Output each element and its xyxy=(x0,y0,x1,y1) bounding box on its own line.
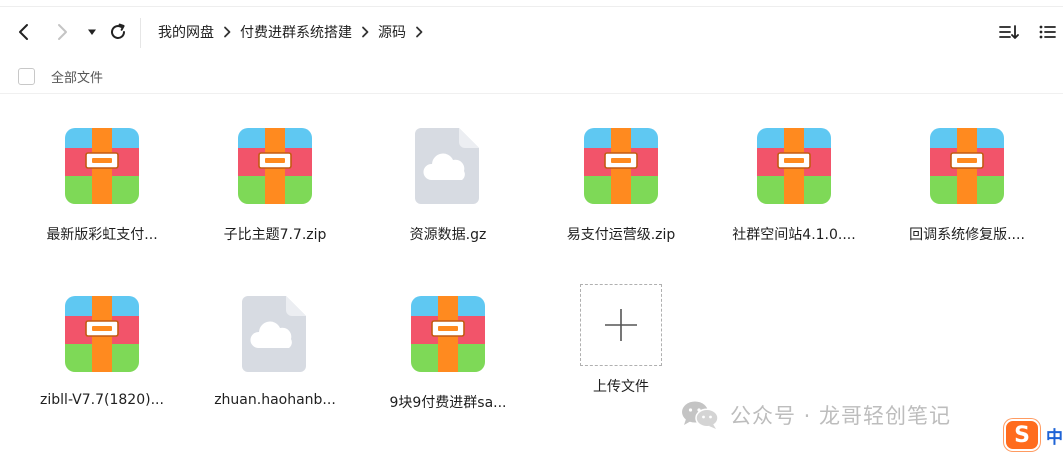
file-name: zibll-V7.7(1820)... xyxy=(40,392,164,408)
caret-down-icon xyxy=(88,29,96,35)
toolbar-divider xyxy=(140,18,141,48)
file-tile[interactable]: 易支付运营级.zip xyxy=(535,110,707,260)
forward-button[interactable] xyxy=(50,20,74,44)
file-name: 易支付运营级.zip xyxy=(566,227,676,243)
watermark: 公众号 · 龙哥轻创笔记 xyxy=(680,398,951,432)
wechat-icon xyxy=(682,401,719,429)
file-tile[interactable]: 最新版彩虹支付... xyxy=(16,110,188,260)
archive-icon xyxy=(409,294,487,374)
archive-icon xyxy=(63,294,141,374)
file-tile[interactable]: zibll-V7.7(1820)... xyxy=(16,278,188,428)
toolbar: 我的网盘 付费进群系统搭建 源码 xyxy=(0,10,1063,54)
plus-icon xyxy=(605,309,637,341)
breadcrumb: 我的网盘 付费进群系统搭建 源码 xyxy=(158,10,432,54)
archive-icon xyxy=(582,126,660,206)
upload-label: 上传文件 xyxy=(593,379,649,395)
history-dropdown-button[interactable] xyxy=(80,20,104,44)
breadcrumb-item-root[interactable]: 我的网盘 xyxy=(158,22,214,42)
view-tools xyxy=(997,10,1063,54)
refresh-icon xyxy=(111,23,125,39)
file-tile[interactable]: 子比主题7.7.zip xyxy=(189,110,361,260)
archive-icon xyxy=(928,126,1006,206)
select-all-label: 全部文件 xyxy=(51,71,104,86)
file-tile[interactable]: 9块9付费进群sa... xyxy=(362,278,534,428)
sort-button[interactable] xyxy=(997,20,1021,44)
breadcrumb-chevron-icon xyxy=(352,26,378,38)
archive-icon xyxy=(755,126,833,206)
breadcrumb-item-folder[interactable]: 付费进群系统搭建 xyxy=(240,22,352,42)
top-divider xyxy=(0,6,1063,7)
list-view-button[interactable] xyxy=(1035,20,1059,44)
back-button[interactable] xyxy=(12,20,36,44)
watermark-text: 公众号 · 龙哥轻创笔记 xyxy=(730,404,952,428)
chevron-right-icon xyxy=(58,24,67,40)
cloud-file-icon xyxy=(409,126,487,206)
file-tile[interactable]: 社群空间站4.1.0.... xyxy=(708,110,880,260)
file-name: zhuan.haohanb... xyxy=(214,392,336,408)
ime-logo-icon: S xyxy=(1004,419,1040,451)
upload-button[interactable] xyxy=(580,284,662,366)
breadcrumb-chevron-icon xyxy=(214,26,240,38)
archive-icon xyxy=(236,126,314,206)
file-name: 子比主题7.7.zip xyxy=(223,227,327,243)
sort-icon xyxy=(999,25,1019,39)
select-all-row: 全部文件 xyxy=(0,60,1063,94)
file-tile[interactable]: 资源数据.gz xyxy=(362,110,534,260)
select-all-checkbox[interactable] xyxy=(18,68,35,85)
file-name: 9块9付费进群sa... xyxy=(389,395,507,411)
refresh-button[interactable] xyxy=(106,20,130,44)
file-name: 资源数据.gz xyxy=(409,227,487,243)
file-name: 最新版彩虹支付... xyxy=(46,227,158,243)
file-name: 社群空间站4.1.0.... xyxy=(732,227,856,243)
breadcrumb-item-current[interactable]: 源码 xyxy=(378,22,406,42)
list-view-icon xyxy=(1039,25,1056,39)
ime-indicator[interactable]: S 中 xyxy=(1004,417,1063,453)
file-tile[interactable]: zhuan.haohanb... xyxy=(189,278,361,428)
breadcrumb-chevron-icon xyxy=(406,26,432,38)
archive-icon xyxy=(63,126,141,206)
ime-mode: 中 xyxy=(1046,427,1063,448)
file-tile[interactable]: 回调系统修复版.... xyxy=(881,110,1053,260)
cloud-file-icon xyxy=(236,294,314,374)
chevron-left-icon xyxy=(19,24,28,40)
file-name: 回调系统修复版.... xyxy=(909,227,1025,243)
